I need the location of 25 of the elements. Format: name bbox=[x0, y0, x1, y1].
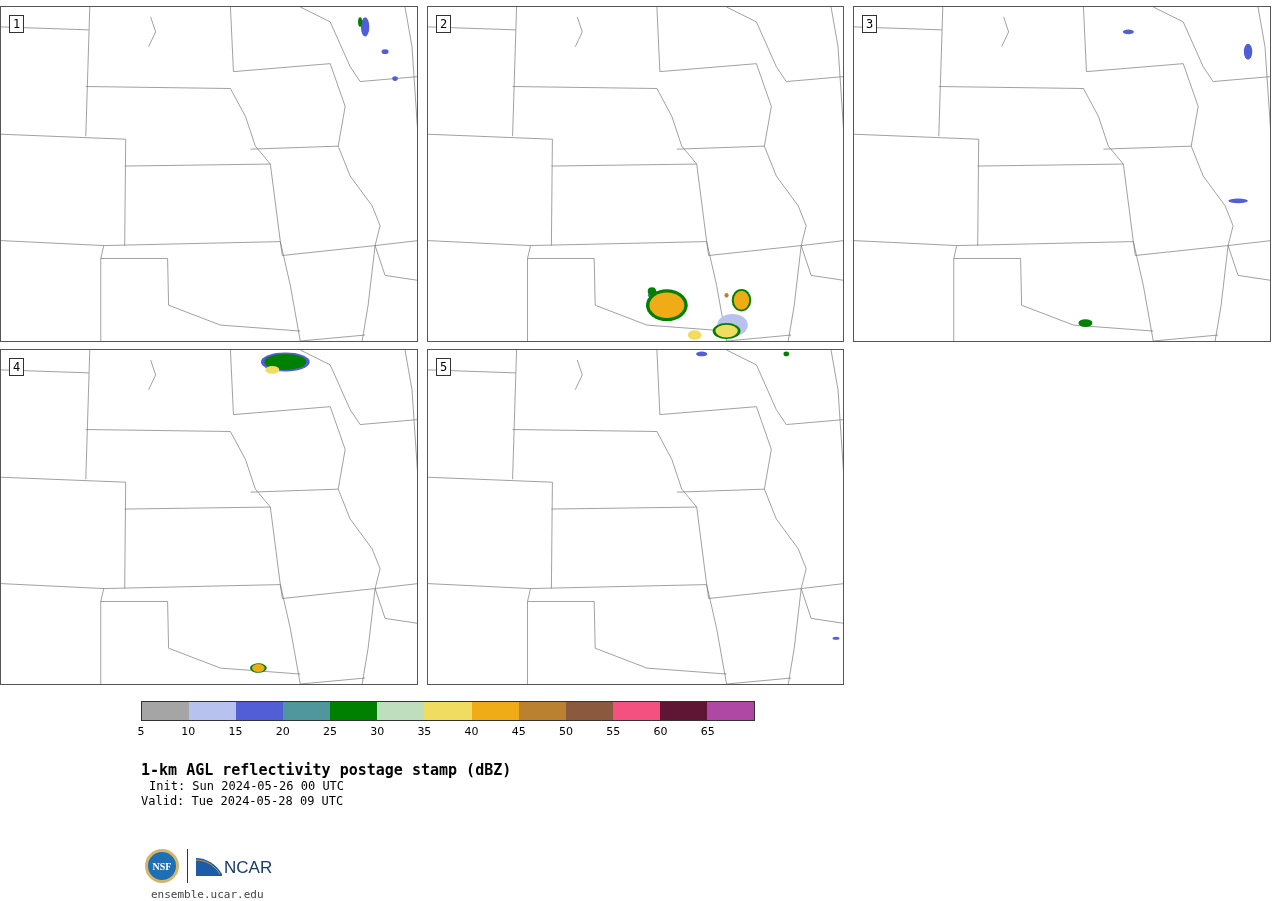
tick-label: 40 bbox=[464, 725, 479, 738]
panel-number: 3 bbox=[862, 15, 878, 33]
ncar-logo: NCAR bbox=[196, 856, 273, 876]
tick-label: 45 bbox=[511, 725, 526, 738]
panel-number: 4 bbox=[9, 358, 25, 376]
panel-number: 2 bbox=[436, 15, 452, 33]
tick-label: 15 bbox=[228, 725, 243, 738]
panel-number: 1 bbox=[9, 15, 25, 33]
tick-label: 5 bbox=[137, 725, 145, 738]
panel-number: 5 bbox=[436, 358, 452, 376]
tick-label: 65 bbox=[700, 725, 715, 738]
website-url: ensemble.ucar.edu bbox=[151, 887, 265, 901]
chart-title: 1-km AGL reflectivity postage stamp (dBZ) bbox=[141, 761, 513, 779]
tick-label: 35 bbox=[417, 725, 432, 738]
tick-label: 60 bbox=[653, 725, 668, 738]
tick-label: 20 bbox=[275, 725, 290, 738]
tick-label: 55 bbox=[606, 725, 621, 738]
ncar-swoosh-icon bbox=[196, 856, 222, 876]
tick-label: 10 bbox=[181, 725, 196, 738]
nsf-logo: NSF bbox=[145, 849, 179, 883]
tick-label: 50 bbox=[559, 725, 574, 738]
valid-time: Valid: Tue 2024-05-28 09 UTC bbox=[141, 794, 345, 809]
tick-label: 30 bbox=[370, 725, 385, 738]
init-time: Init: Sun 2024-05-26 00 UTC bbox=[148, 779, 346, 794]
tick-label: 25 bbox=[322, 725, 337, 738]
